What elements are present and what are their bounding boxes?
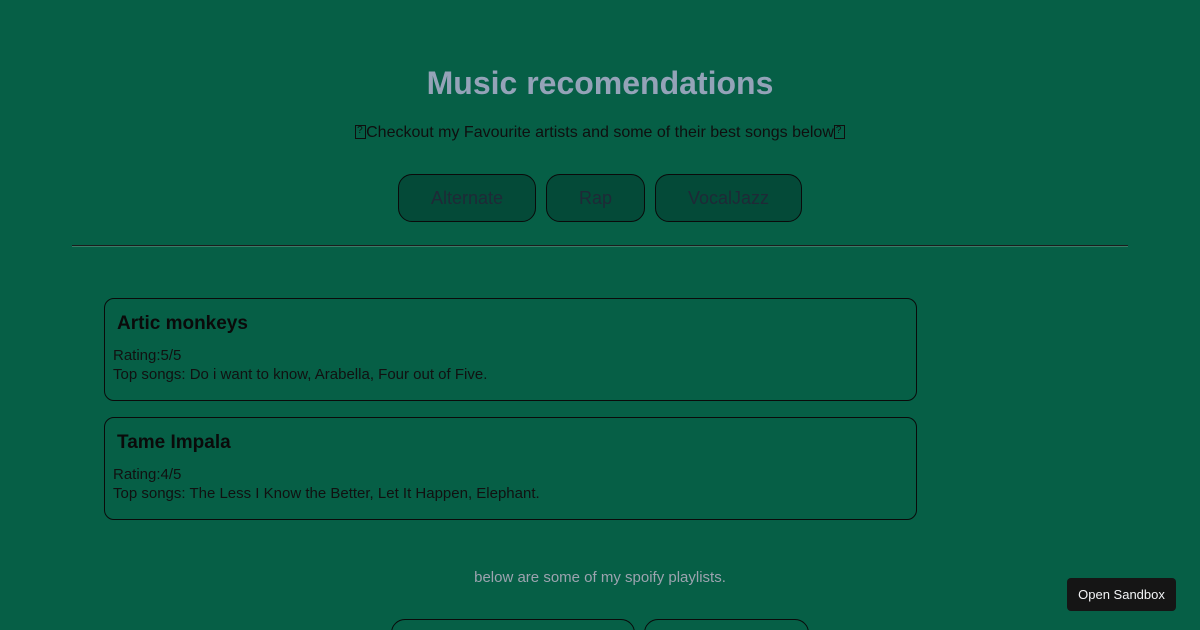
playlist-note: below are some of my spoify playlists. (474, 569, 726, 586)
open-sandbox-button[interactable]: Open Sandbox (1067, 578, 1176, 611)
genre-buttons: Alternate Rap VocalJazz (0, 174, 1200, 222)
playlist-button[interactable] (644, 619, 809, 630)
artist-rating: Rating:4/5 (113, 466, 182, 483)
artist-top-songs: Top songs: The Less I Know the Better, L… (113, 485, 540, 502)
tagline: Checkout my Favourite artists and some o… (0, 123, 1200, 143)
tagline-text: Checkout my Favourite artists and some o… (366, 124, 834, 141)
section-divider (72, 245, 1128, 247)
artist-card: Artic monkeys Rating:5/5 Top songs: Do i… (104, 298, 917, 401)
genre-button-rap[interactable]: Rap (545, 174, 646, 222)
artist-top-songs: Top songs: Do i want to know, Arabella, … (113, 366, 488, 383)
genre-button-vocaljazz[interactable]: VocalJazz (655, 174, 803, 222)
missing-glyph-icon (833, 124, 845, 139)
page-title: Music recomendations (426, 65, 774, 101)
playlist-button[interactable] (391, 619, 635, 630)
genre-button-alternate[interactable]: Alternate (397, 174, 536, 222)
artist-name: Artic monkeys (117, 313, 248, 334)
artist-card: Tame Impala Rating:4/5 Top songs: The Le… (104, 417, 917, 520)
artist-rating: Rating:5/5 (113, 347, 182, 364)
artist-name: Tame Impala (117, 432, 231, 453)
missing-glyph-icon (355, 124, 367, 139)
